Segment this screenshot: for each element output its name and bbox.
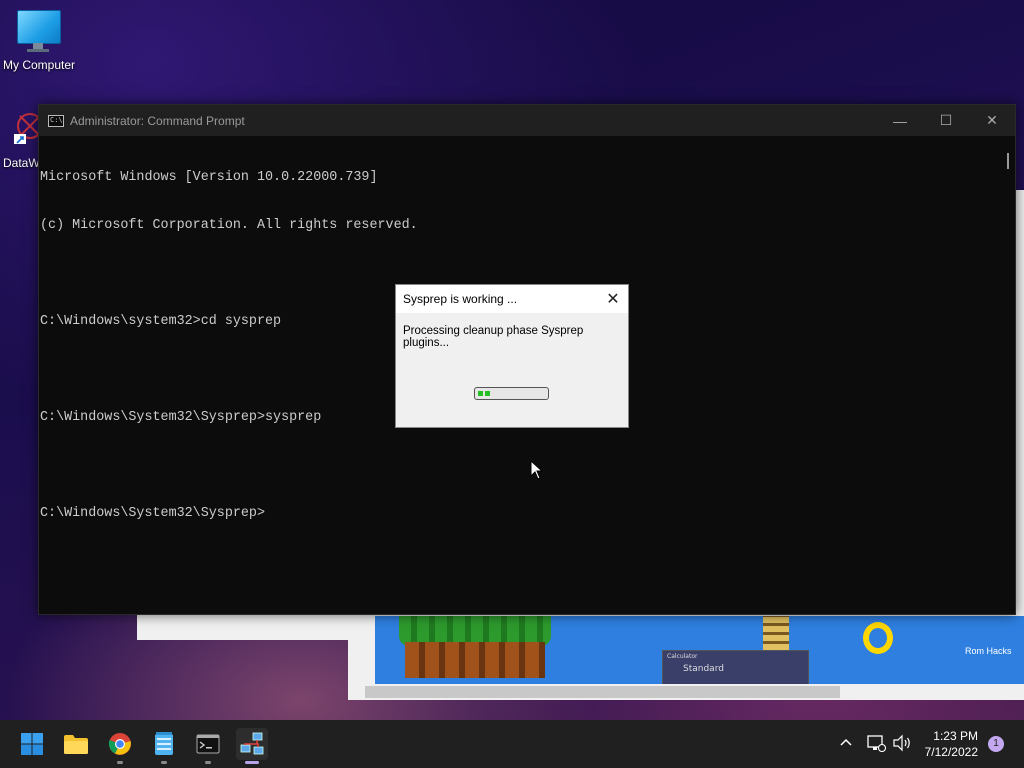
close-button[interactable]: ✕ <box>969 105 1015 136</box>
background-window-edge <box>1016 190 1024 620</box>
maximize-button[interactable]: ☐ <box>923 105 969 136</box>
chrome-icon <box>108 733 131 755</box>
dialog-titlebar[interactable]: Sysprep is working ... ✕ <box>396 285 628 313</box>
mouse-cursor-icon <box>530 460 544 480</box>
folder-icon <box>64 735 88 754</box>
terminal-icon <box>196 734 220 754</box>
clock-date: 7/12/2022 <box>924 745 978 759</box>
dirt-block <box>405 642 545 678</box>
ring-sprite <box>863 622 893 654</box>
running-indicator <box>205 761 211 764</box>
taskbar <box>0 720 1024 768</box>
network-status-icon <box>867 735 887 753</box>
desktop-icon-my-computer[interactable]: My Computer <box>0 10 78 74</box>
cmd-titlebar[interactable]: C:\ Administrator: Command Prompt — ☐ ✕ <box>39 105 1015 136</box>
vertical-scrollbar[interactable] <box>1007 153 1009 169</box>
dialog-close-button[interactable]: ✕ <box>598 289 628 309</box>
cmd-title: Administrator: Command Prompt <box>70 113 245 128</box>
running-indicator <box>161 761 167 764</box>
console-line: (c) Microsoft Corporation. All rights re… <box>40 218 418 233</box>
system-clock[interactable]: 1:23 PM 7/12/2022 <box>912 728 978 760</box>
console-line: Microsoft Windows [Version 10.0.22000.73… <box>40 170 378 185</box>
speaker-icon <box>893 734 910 752</box>
console-prompt-line: C:\Windows\System32\Sysprep> <box>40 506 265 521</box>
notepad-icon <box>155 732 173 755</box>
windows-logo-icon <box>21 733 43 755</box>
clock-time: 1:23 PM <box>933 729 978 743</box>
volume-tray-button[interactable] <box>892 734 912 754</box>
network-tray-button[interactable] <box>866 734 887 754</box>
network-app-button[interactable] <box>236 728 268 764</box>
progress-fill <box>478 391 491 396</box>
desktop-icon-label: My Computer <box>2 58 76 72</box>
pillar-sprite <box>763 616 789 650</box>
desktop-icon-label: DataW <box>3 156 40 170</box>
sysprep-dialog: Sysprep is working ... ✕ Processing clea… <box>395 284 629 428</box>
desktop-icon-dataw[interactable]: DataW <box>0 108 43 172</box>
background-scroll-thumb[interactable] <box>365 686 840 698</box>
progress-bar <box>474 387 549 400</box>
rom-hacks-label: Rom Hacks <box>965 646 1012 656</box>
mini-calc-mode: Standard <box>683 664 724 674</box>
active-indicator <box>245 761 259 764</box>
minimize-button[interactable]: — <box>877 105 923 136</box>
command-prompt-button[interactable] <box>192 728 224 764</box>
dialog-message: Processing cleanup phase Sysprep plugins… <box>403 325 584 349</box>
chrome-button[interactable] <box>104 728 136 764</box>
game-preview: Rom Hacks Calculator Standard <box>375 616 1024 684</box>
notepad-button[interactable] <box>148 728 180 764</box>
show-hidden-icons-button[interactable] <box>838 734 858 754</box>
chevron-up-icon <box>840 738 852 746</box>
mini-calc-title: Calculator <box>667 653 698 660</box>
file-explorer-button[interactable] <box>60 728 92 760</box>
mini-calculator-window: Calculator Standard <box>662 650 809 684</box>
terminal-icon: C:\ <box>48 114 64 127</box>
start-button[interactable] <box>16 728 48 760</box>
background-window-panel <box>137 614 348 640</box>
running-indicator <box>117 761 123 764</box>
notification-badge[interactable]: 1 <box>988 736 1004 752</box>
dialog-title: Sysprep is working ... <box>403 292 518 306</box>
network-icon <box>240 732 264 755</box>
